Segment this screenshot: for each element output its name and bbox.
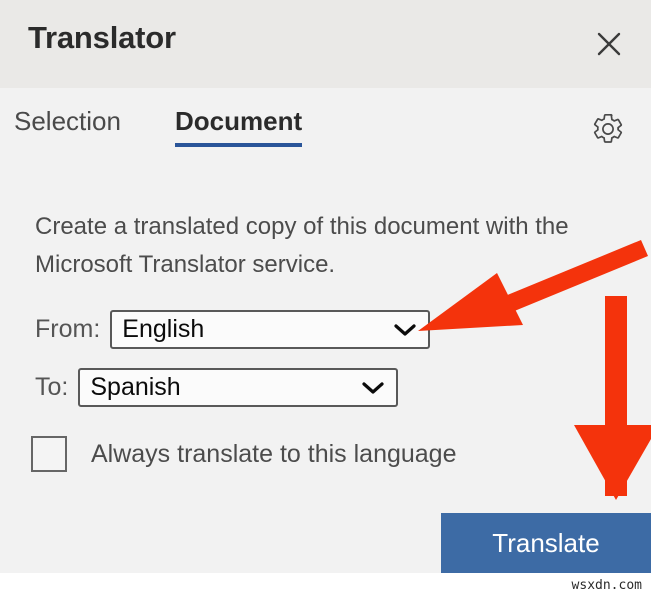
always-translate-row: Always translate to this language — [31, 436, 457, 472]
chevron-down-icon — [362, 381, 384, 395]
from-language-select[interactable]: English — [110, 310, 431, 349]
chevron-down-icon — [394, 323, 416, 337]
from-language-value: English — [122, 315, 205, 343]
translate-button-label: Translate — [492, 527, 600, 558]
tab-document-label: Document — [175, 106, 303, 136]
from-label: From: — [35, 315, 101, 343]
to-label: To: — [35, 373, 69, 401]
to-language-select[interactable]: Spanish — [78, 368, 399, 407]
translate-button[interactable]: Translate — [441, 513, 651, 573]
to-language-value: Spanish — [90, 373, 181, 401]
tab-document[interactable]: Document — [175, 106, 303, 147]
always-translate-label[interactable]: Always translate to this language — [91, 440, 457, 469]
tab-active-underline — [175, 143, 303, 147]
settings-button[interactable] — [589, 110, 627, 148]
from-language-row: From: English — [35, 310, 431, 349]
close-button[interactable] — [589, 24, 629, 64]
tab-strip: Selection Document — [0, 88, 651, 170]
gear-icon — [593, 113, 623, 143]
to-language-row: To: Spanish — [35, 368, 399, 407]
panel-description: Create a translated copy of this documen… — [35, 213, 569, 278]
window-titlebar: Translator — [0, 0, 651, 88]
watermark-text: wsxdn.com — [568, 577, 645, 594]
watermark-strip — [0, 573, 651, 597]
tab-selection-label: Selection — [14, 106, 121, 136]
tab-selection[interactable]: Selection — [14, 106, 121, 147]
close-icon — [597, 32, 621, 56]
page-title: Translator — [28, 20, 176, 55]
always-translate-checkbox[interactable] — [31, 436, 67, 472]
